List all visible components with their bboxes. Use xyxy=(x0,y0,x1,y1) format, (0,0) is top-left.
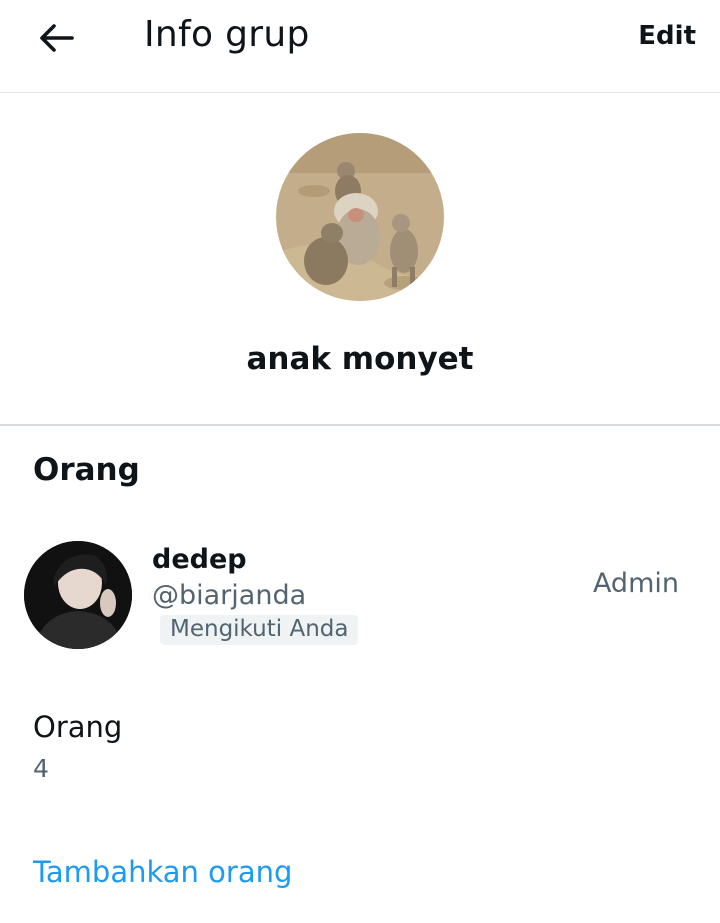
back-button[interactable] xyxy=(30,18,82,58)
edit-button[interactable]: Edit xyxy=(638,21,696,51)
people-section-heading: Orang xyxy=(33,452,140,488)
top-app-bar: Info grup Edit xyxy=(0,0,720,93)
group-name: anak monyet xyxy=(246,341,474,377)
people-count-value: 4 xyxy=(33,754,49,783)
avatar xyxy=(24,541,132,649)
arrow-left-icon xyxy=(40,24,74,52)
member-name: dedep xyxy=(152,544,247,575)
member-row[interactable]: dedep @biarjanda Mengikuti Anda Admin xyxy=(0,530,720,660)
group-header: anak monyet xyxy=(0,93,720,426)
follows-you-badge: Mengikuti Anda xyxy=(160,615,359,645)
add-people-button[interactable]: Tambahkan orang xyxy=(33,855,292,889)
member-handle: @biarjanda xyxy=(152,580,307,611)
people-count-label[interactable]: Orang xyxy=(33,710,122,744)
page-title: Info grup xyxy=(144,14,310,55)
group-avatar[interactable] xyxy=(276,133,444,301)
member-role: Admin xyxy=(592,568,679,599)
